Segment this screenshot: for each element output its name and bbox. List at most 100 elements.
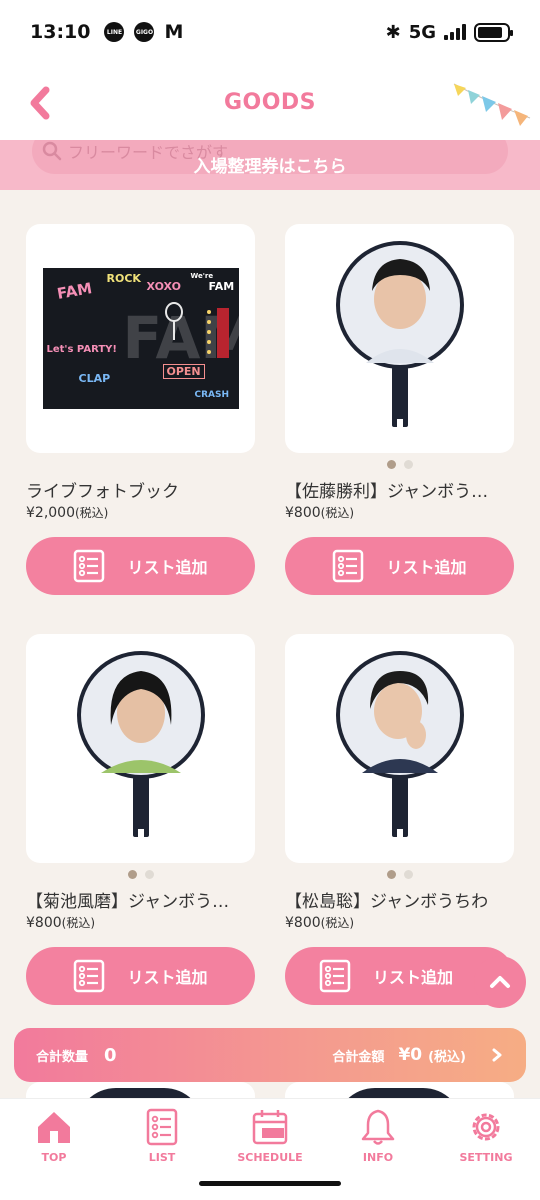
nav-item-setting[interactable]: SETTING [441,1107,531,1164]
neon-bulbs [206,308,229,358]
neon-text: FAM [55,279,93,303]
status-time: 13:10 [30,21,91,43]
list-icon [319,959,351,993]
product-price: ¥2,000(税込) [26,504,255,524]
add-button-label: リスト追加 [386,558,467,577]
gear-icon [472,1113,500,1141]
app-header: GOODS [0,64,540,140]
list-icon [333,549,364,583]
neon-text: ROCK [106,272,141,285]
mail-icon: M [164,20,184,43]
image-pager [26,453,255,475]
pager-dot[interactable] [386,459,396,469]
uchiwa-fan-image [76,650,205,837]
home-icon [38,1112,70,1143]
product-card: 【松島聡】ジャンボうちわ ¥800(税込) リスト追加 [285,634,514,1005]
product-name: 【佐藤勝利】ジャンボう… [285,482,489,501]
neon-text: CLAP [78,372,111,385]
entry-ticket-banner[interactable]: 入場整理券はこちら [0,152,540,177]
tax-label: (税込) [320,916,355,930]
total-tax-label: (税込) [428,1049,466,1065]
scroll-to-top-button[interactable] [474,956,526,1008]
product-image[interactable] [26,634,255,863]
status-bar: 13:10 LINE GIGO M ✱ 5G [0,0,540,64]
status-app-icons: LINE GIGO M [104,22,183,42]
add-to-list-button[interactable]: リスト追加 [26,947,255,1005]
image-pager [26,863,255,885]
total-amount-label: 合計金額 [332,1049,385,1065]
product-image[interactable] [285,224,514,453]
bunting-decoration [453,83,531,126]
product-name: 【菊池風磨】ジャンボう… [26,892,230,911]
gigo-icon: GIGO [134,22,155,42]
price-value: ¥2,000 [26,505,75,521]
neon-text: XOXO [146,280,182,293]
battery-icon [474,22,513,42]
product-image[interactable] [285,634,514,863]
tax-label: (税込) [320,506,355,520]
image-pager [285,453,514,475]
nav-label: INFO [362,1151,394,1164]
neon-text: Let's PARTY! [46,344,117,355]
total-qty-value: 0 [104,1044,117,1066]
price-value: ¥800 [26,915,62,931]
pager-dot[interactable] [403,459,413,469]
signal-icon [444,24,466,40]
product-image[interactable]: FAM ROCK XOXO We're FAM FAM Let's PARTY!… [26,224,255,453]
page-title: GOODS [223,89,317,115]
add-button-label: リスト追加 [373,968,454,987]
cart-total-bar[interactable]: 合計数量 0 合計金額 ¥0 (税込) [14,1028,526,1082]
add-to-list-button[interactable]: リスト追加 [26,537,255,595]
chevron-left-icon [30,86,50,120]
pager-dot[interactable] [386,869,396,879]
image-pager [285,863,514,885]
nav-label: SETTING [459,1151,513,1164]
photobook-cover-image: FAM ROCK XOXO We're FAM FAM Let's PARTY!… [42,268,239,409]
tax-label: (税込) [61,916,96,930]
neon-text: OPEN [162,364,205,379]
neon-text: We're [190,272,214,280]
product-card: 【佐藤勝利】ジャンボう… ¥800(税込) リスト追加 [285,224,514,595]
neon-text: FAM [208,280,235,293]
pager-dot[interactable] [127,869,137,879]
nav-item-schedule[interactable]: SCHEDULE [225,1107,315,1164]
product-price: ¥800(税込) [285,504,514,524]
product-card: 【菊池風磨】ジャンボう… ¥800(税込) リスト追加 [26,634,255,1005]
nav-item-info[interactable]: INFO [333,1107,423,1164]
calendar-icon [252,1110,288,1145]
list-icon [146,1108,178,1146]
nav-item-list[interactable]: LIST [117,1107,207,1164]
microphone-icon [164,302,183,340]
nav-label: SCHEDULE [237,1151,303,1164]
back-button[interactable] [26,86,56,120]
bell-icon [361,1109,395,1145]
pager-dot[interactable] [403,869,413,879]
price-value: ¥800 [285,915,321,931]
tax-label: (税込) [75,506,109,520]
chevron-right-icon [492,1048,502,1062]
status-right: ✱ 5G [385,21,513,43]
network-type: 5G [408,21,436,43]
pager-dot[interactable] [144,869,154,879]
home-indicator [199,1181,341,1186]
bluetooth-icon: ✱ [385,21,401,43]
price-value: ¥800 [285,505,321,521]
add-button-label: リスト追加 [127,968,208,987]
product-name: ライブフォトブック [26,482,179,501]
list-icon [74,549,105,583]
product-name: 【松島聡】ジャンボうちわ [285,892,489,911]
nav-label: TOP [41,1151,67,1164]
search-banner-strip: フリーワードでさがす 入場整理券はこちら [0,140,540,190]
add-to-list-button[interactable]: リスト追加 [285,537,514,595]
battery-level [478,26,502,38]
uchiwa-fan-image [335,240,464,427]
neon-text: CRASH [194,390,230,400]
product-price: ¥800(税込) [26,914,255,934]
total-amount-value: ¥0 [398,1045,423,1065]
chevron-up-icon [490,976,510,988]
product-price: ¥800(税込) [285,914,514,934]
list-icon [74,959,105,993]
nav-label: LIST [148,1151,176,1164]
nav-item-top[interactable]: TOP [9,1107,99,1164]
add-button-label: リスト追加 [127,558,208,577]
